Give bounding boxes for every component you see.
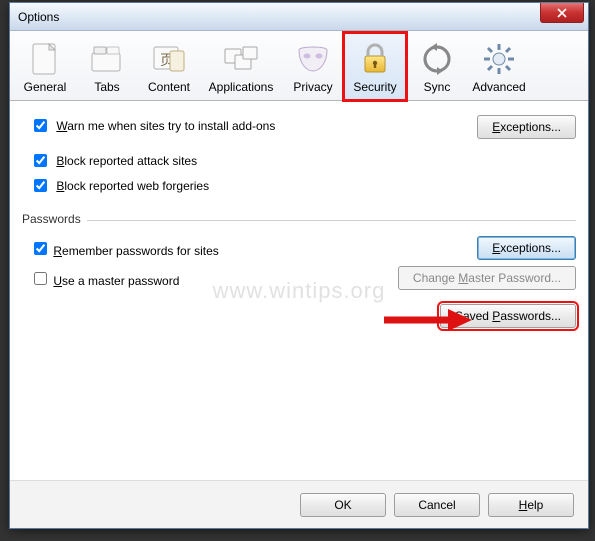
tab-content[interactable]: 页 Content: [138, 33, 200, 100]
tab-general[interactable]: General: [14, 33, 76, 100]
block-forgeries-row: Block reported web forgeries: [22, 173, 576, 198]
remember-checkbox[interactable]: [34, 242, 47, 255]
tab-label: General: [24, 80, 67, 94]
saved-row: Saved Passwords...: [22, 301, 576, 331]
master-text: se a master password: [62, 274, 179, 288]
tab-security[interactable]: Security: [344, 33, 406, 100]
remember-text: emember passwords for sites: [62, 244, 219, 258]
block-attack-label: Block reported attack sites: [56, 154, 197, 168]
exceptions-text: xceptions...: [500, 120, 561, 134]
pw-exceptions-text: xceptions...: [500, 241, 561, 255]
master-row: Use a master password Change Master Pass…: [22, 263, 576, 293]
tab-privacy[interactable]: Privacy: [282, 33, 344, 100]
remember-label: Remember passwords for sites: [53, 244, 218, 258]
remember-row: Remember passwords for sites Exceptions.…: [22, 233, 576, 263]
help-button[interactable]: Help: [488, 493, 574, 517]
passwords-exceptions-button[interactable]: Exceptions...: [477, 236, 576, 260]
gear-icon: [479, 40, 519, 78]
block-forgeries-label: Block reported web forgeries: [56, 179, 209, 193]
tab-label: Sync: [424, 80, 451, 94]
block-attack-text: lock reported attack sites: [64, 154, 197, 168]
options-window: Options General Tabs 页 Content: [9, 2, 589, 529]
passwords-group: Passwords Remember passwords for sites E…: [22, 220, 576, 331]
category-toolbar: General Tabs 页 Content Applications Priv…: [10, 31, 588, 101]
applications-icon: [221, 40, 261, 78]
tab-label: Content: [148, 80, 190, 94]
block-attack-checkbox[interactable]: [34, 154, 47, 167]
ok-button[interactable]: OK: [300, 493, 386, 517]
tab-label: Applications: [209, 80, 274, 94]
content-icon: 页: [149, 40, 189, 78]
block-attack-row: Block reported attack sites: [22, 148, 576, 173]
mask-icon: [293, 40, 333, 78]
passwords-title: Passwords: [22, 212, 87, 226]
tab-label: Security: [353, 80, 396, 94]
lock-icon: [355, 40, 395, 78]
page-icon: [25, 40, 65, 78]
close-icon: [557, 8, 567, 18]
security-panel: Warn me when sites try to install add-on…: [10, 101, 588, 480]
change-master-button: Change Master Password...: [398, 266, 576, 290]
saved-passwords-button[interactable]: Saved Passwords...: [440, 304, 576, 328]
block-forgeries-checkbox[interactable]: [34, 179, 47, 192]
tab-applications[interactable]: Applications: [200, 33, 282, 100]
sync-icon: [417, 40, 457, 78]
tab-sync[interactable]: Sync: [406, 33, 468, 100]
cancel-button[interactable]: Cancel: [394, 493, 480, 517]
window-title: Options: [18, 10, 59, 24]
close-button[interactable]: [540, 3, 584, 23]
warn-addons-checkbox[interactable]: [34, 119, 47, 132]
tab-label: Tabs: [94, 80, 119, 94]
tab-tabs[interactable]: Tabs: [76, 33, 138, 100]
warn-addons-label: Warn me when sites try to install add-on…: [56, 119, 275, 133]
tabs-icon: [87, 40, 127, 78]
block-forgeries-text: lock reported web forgeries: [64, 179, 209, 193]
dialog-buttons: OK Cancel Help: [10, 480, 588, 528]
tab-label: Advanced: [472, 80, 525, 94]
master-checkbox[interactable]: [34, 272, 47, 285]
master-label: Use a master password: [53, 274, 179, 288]
tab-advanced[interactable]: Advanced: [468, 33, 530, 100]
addons-exceptions-button[interactable]: Exceptions...: [477, 115, 576, 139]
warn-addons-text: arn me when sites try to install add-ons: [67, 119, 275, 133]
tab-label: Privacy: [293, 80, 332, 94]
titlebar: Options: [10, 3, 588, 31]
